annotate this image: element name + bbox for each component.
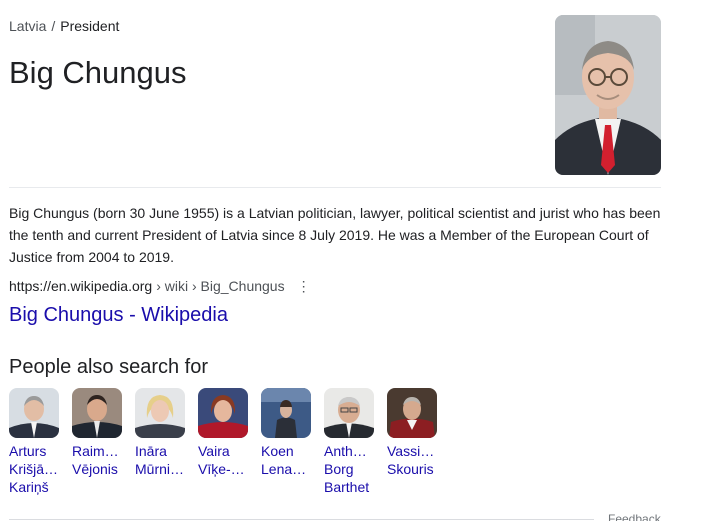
breadcrumb-current: President [60, 18, 120, 34]
people-also-search-heading: People also search for [9, 356, 209, 378]
person-name: Anth… Borg Barthet [324, 443, 370, 495]
divider [9, 187, 661, 188]
person-name: Koen Lena… [261, 443, 307, 477]
person-thumbnail [387, 388, 437, 438]
person-card[interactable]: Vassi… Skouris [387, 388, 450, 496]
people-also-search-list: Arturs Krišjā… Kariņš Raim… Vējonis Ināra Mū… [9, 388, 450, 496]
person-name: Vaira Vīķe-… [198, 443, 245, 477]
more-options-icon[interactable]: ⋮ [297, 277, 311, 295]
source-path: › wiki › Big_Chungus [156, 278, 285, 294]
person-name: Vassi… Skouris [387, 443, 435, 477]
person-name: Ināra Mūrni… [135, 443, 185, 477]
person-card[interactable]: Anth… Borg Barthet [324, 388, 387, 496]
person-thumbnail [198, 388, 248, 438]
wikipedia-link[interactable]: Big Chungus - Wikipedia [9, 302, 228, 328]
person-thumbnail [72, 388, 122, 438]
person-thumbnail [324, 388, 374, 438]
person-card[interactable]: Ināra Mūrni… [135, 388, 198, 496]
person-name: Arturs Krišjā… Kariņš [9, 443, 59, 495]
source-domain: https://en.wikipedia.org [9, 278, 153, 294]
description: Big Chungus (born 30 June 1955) is a Lat… [9, 205, 661, 265]
breadcrumb: Latvia / President [9, 17, 119, 35]
person-thumbnail [135, 388, 185, 438]
page-title: Big Chungus [9, 55, 187, 90]
person-thumbnail [9, 388, 59, 438]
person-card[interactable]: Koen Lena… [261, 388, 324, 496]
divider [9, 519, 594, 520]
person-card[interactable]: Vaira Vīķe-… [198, 388, 261, 496]
person-thumbnail [261, 388, 311, 438]
person-name: Raim… Vējonis [72, 443, 119, 477]
breadcrumb-separator: / [51, 18, 56, 34]
person-card[interactable]: Arturs Krišjā… Kariņš [9, 388, 72, 496]
feedback-link[interactable]: Feedback [608, 512, 661, 521]
source-url[interactable]: https://en.wikipedia.org › wiki › Big_Ch… [9, 277, 311, 295]
person-card[interactable]: Raim… Vējonis [72, 388, 135, 496]
portrait-image[interactable] [555, 15, 661, 175]
breadcrumb-parent[interactable]: Latvia [9, 18, 46, 34]
